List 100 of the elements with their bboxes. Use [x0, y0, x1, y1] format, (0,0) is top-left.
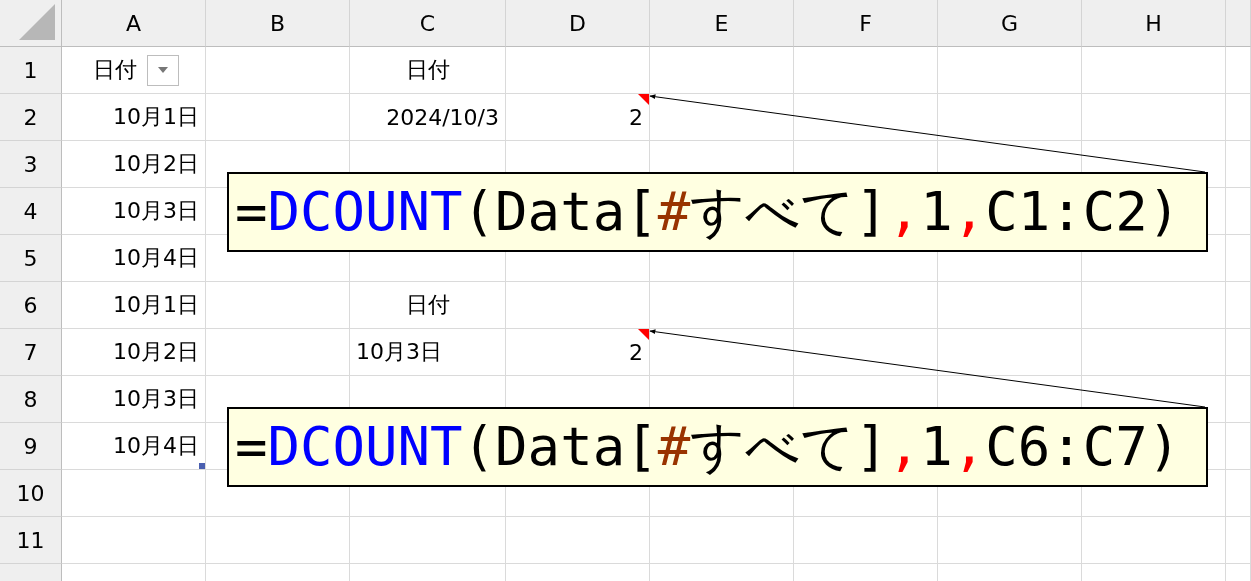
spreadsheet-cell[interactable]: [650, 94, 794, 141]
column-header[interactable]: H: [1082, 0, 1226, 47]
cell-text: 2: [629, 339, 643, 365]
spreadsheet-cell[interactable]: [1226, 329, 1251, 376]
cell-text: 日付: [405, 291, 450, 319]
spreadsheet-cell[interactable]: [1082, 94, 1226, 141]
comment-tooltip: =DCOUNT(Data[#すべて],1,C1:C2): [227, 172, 1208, 252]
spreadsheet-cell[interactable]: [938, 517, 1082, 564]
column-header[interactable]: D: [506, 0, 650, 47]
column-header[interactable]: G: [938, 0, 1082, 47]
spreadsheet-cell[interactable]: 2: [506, 94, 650, 141]
spreadsheet-cell[interactable]: 日付: [350, 47, 506, 94]
spreadsheet-cell[interactable]: [1226, 423, 1251, 470]
cell-text: 10月1日: [113, 103, 199, 131]
column-header[interactable]: F: [794, 0, 938, 47]
spreadsheet-cell[interactable]: [1226, 282, 1251, 329]
column-header[interactable]: A: [62, 0, 206, 47]
row-header[interactable]: 1: [0, 47, 62, 94]
spreadsheet-cell[interactable]: [206, 47, 350, 94]
cell-text: 10月3日: [356, 338, 442, 366]
row-header[interactable]: 7: [0, 329, 62, 376]
spreadsheet-cell[interactable]: [938, 329, 1082, 376]
cell-text: 10月1日: [113, 291, 199, 319]
spreadsheet-cell[interactable]: 10月1日: [62, 94, 206, 141]
spreadsheet-cell[interactable]: [1226, 94, 1251, 141]
spreadsheet-cell[interactable]: 10月4日: [62, 423, 206, 470]
row-header[interactable]: 2: [0, 94, 62, 141]
row-header[interactable]: 4: [0, 188, 62, 235]
spreadsheet-cell[interactable]: 10月3日: [62, 376, 206, 423]
comment-indicator-icon: [638, 329, 649, 340]
spreadsheet-cell[interactable]: 10月4日: [62, 235, 206, 282]
spreadsheet-cell[interactable]: 10月3日: [62, 188, 206, 235]
caret-icon: [158, 67, 168, 73]
spreadsheet-cell[interactable]: [1082, 47, 1226, 94]
spreadsheet-cell[interactable]: [506, 282, 650, 329]
spreadsheet-cell[interactable]: [1226, 235, 1251, 282]
cell-text: 日付: [405, 56, 450, 84]
row-header[interactable]: 9: [0, 423, 62, 470]
filter-dropdown-button[interactable]: [147, 54, 179, 86]
cell-text: 10月2日: [113, 338, 199, 366]
row-header[interactable]: 5: [0, 235, 62, 282]
spreadsheet-cell[interactable]: [650, 282, 794, 329]
spreadsheet-cell[interactable]: [1226, 47, 1251, 94]
spreadsheet-cell[interactable]: [206, 329, 350, 376]
column-header[interactable]: [1226, 0, 1251, 47]
spreadsheet-cell[interactable]: [1082, 329, 1226, 376]
spreadsheet-cell[interactable]: [938, 94, 1082, 141]
spreadsheet-cell[interactable]: 日付: [350, 282, 506, 329]
spreadsheet-cell[interactable]: 2: [506, 329, 650, 376]
spreadsheet-cell[interactable]: [794, 282, 938, 329]
spreadsheet-cell[interactable]: [794, 94, 938, 141]
spreadsheet-cell[interactable]: [350, 517, 506, 564]
spreadsheet-cell[interactable]: 10月2日: [62, 329, 206, 376]
cell-text: 2: [629, 104, 643, 130]
spreadsheet-cell[interactable]: [206, 94, 350, 141]
cell-text: 10月4日: [113, 244, 199, 272]
comment-indicator-icon: [638, 94, 649, 105]
spreadsheet-cell[interactable]: [1226, 470, 1251, 517]
spreadsheet-cell[interactable]: [1226, 376, 1251, 423]
spreadsheet-cell[interactable]: [62, 470, 206, 517]
spreadsheet-cell[interactable]: 日付: [62, 47, 206, 94]
column-header[interactable]: E: [650, 0, 794, 47]
spreadsheet-cell[interactable]: [1226, 517, 1251, 564]
spreadsheet-cell[interactable]: [62, 517, 206, 564]
cell-text: 10月3日: [113, 385, 199, 413]
comment-tooltip: =DCOUNT(Data[#すべて],1,C6:C7): [227, 407, 1208, 487]
spreadsheet-cell[interactable]: [206, 282, 350, 329]
spreadsheet-cell[interactable]: [1226, 141, 1251, 188]
spreadsheet-cell[interactable]: [794, 517, 938, 564]
spreadsheet-cell[interactable]: [506, 517, 650, 564]
row-header[interactable]: 6: [0, 282, 62, 329]
spreadsheet-cell[interactable]: [1082, 517, 1226, 564]
cell-text: 10月2日: [113, 150, 199, 178]
select-all-button[interactable]: [0, 0, 62, 47]
spreadsheet-cell[interactable]: 10月1日: [62, 282, 206, 329]
row-header[interactable]: 3: [0, 141, 62, 188]
column-header[interactable]: B: [206, 0, 350, 47]
cell-text: 2024/10/3: [386, 104, 499, 130]
column-header[interactable]: C: [350, 0, 506, 47]
spreadsheet-cell[interactable]: [938, 282, 1082, 329]
row-header[interactable]: 11: [0, 517, 62, 564]
spreadsheet-cell[interactable]: [794, 329, 938, 376]
spreadsheet-cell[interactable]: [206, 517, 350, 564]
spreadsheet-cell[interactable]: [794, 47, 938, 94]
spreadsheet-cell[interactable]: [1082, 282, 1226, 329]
spreadsheet-cell[interactable]: [506, 47, 650, 94]
row-header[interactable]: 8: [0, 376, 62, 423]
row-header[interactable]: 10: [0, 470, 62, 517]
cell-text: 10月3日: [113, 197, 199, 225]
spreadsheet-cell[interactable]: 2024/10/3: [350, 94, 506, 141]
spreadsheet-cell[interactable]: [1226, 188, 1251, 235]
spreadsheet-cell[interactable]: [650, 47, 794, 94]
cell-text: 日付: [93, 56, 137, 84]
spreadsheet-cell[interactable]: 10月3日: [350, 329, 506, 376]
spreadsheet-cell[interactable]: [938, 47, 1082, 94]
spreadsheet-cell[interactable]: [650, 329, 794, 376]
cell-text: 10月4日: [113, 432, 199, 460]
spreadsheet-cell[interactable]: 10月2日: [62, 141, 206, 188]
spreadsheet-cell[interactable]: [650, 517, 794, 564]
table-resize-handle[interactable]: [199, 463, 205, 469]
